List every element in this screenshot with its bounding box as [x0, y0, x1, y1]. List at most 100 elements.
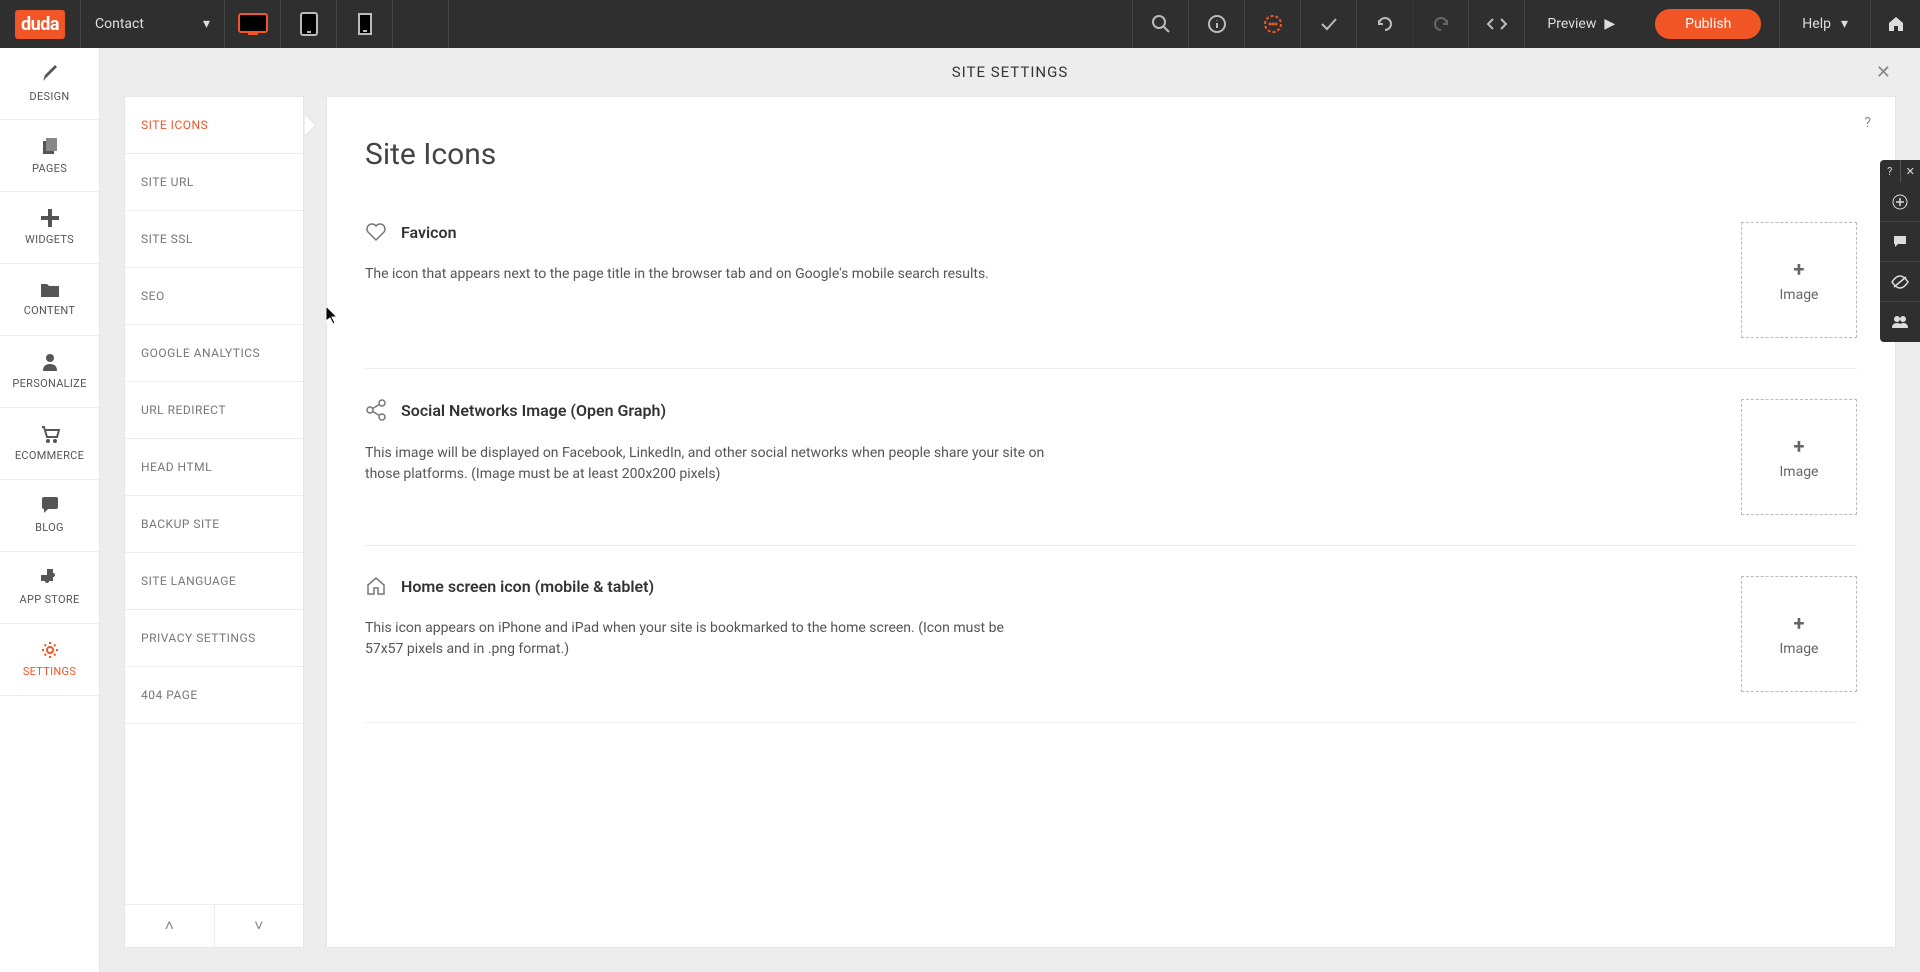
desktop-device-button[interactable]: [225, 0, 281, 48]
upload-label: Image: [1780, 464, 1819, 480]
comment-error-button[interactable]: [1244, 0, 1300, 48]
opengraph-section: Social Networks Image (Open Graph) This …: [365, 369, 1857, 546]
device-group: [225, 0, 393, 48]
submenu-google-analytics[interactable]: GOOGLE ANALYTICS: [125, 325, 303, 382]
float-chat-button[interactable]: [1880, 222, 1920, 262]
upload-label: Image: [1780, 287, 1819, 303]
chevron-up-icon: ˄: [165, 916, 174, 936]
sidebar-item-appstore[interactable]: APP STORE: [0, 552, 99, 624]
code-icon: [1486, 14, 1508, 34]
section-desc: This icon appears on iPhone and iPad whe…: [365, 618, 1045, 660]
submenu-pager: ˄ ˅: [125, 904, 303, 947]
search-button[interactable]: [1132, 0, 1188, 48]
sidebar-item-personalize[interactable]: PERSONALIZE: [0, 336, 99, 408]
mobile-icon: [358, 13, 372, 35]
page-dropdown[interactable]: Contact ▾: [80, 0, 225, 48]
publish-button[interactable]: Publish: [1655, 9, 1761, 39]
panel-title: SITE SETTINGS: [952, 63, 1068, 81]
plus-icon: +: [1794, 434, 1805, 458]
gear-icon: [41, 641, 59, 659]
home-button[interactable]: [1870, 0, 1920, 48]
sidebar-item-label: CONTENT: [24, 304, 76, 317]
submenu-404-page[interactable]: 404 PAGE: [125, 667, 303, 724]
float-add-button[interactable]: [1880, 182, 1920, 222]
float-close-button[interactable]: ✕: [1901, 160, 1920, 182]
plus-icon: [41, 209, 59, 227]
cart-icon: [40, 425, 60, 443]
home-outline-icon: [365, 576, 387, 596]
search-icon: [1151, 14, 1171, 34]
submenu-label: SEO: [141, 289, 165, 303]
submenu-privacy-settings[interactable]: PRIVACY SETTINGS: [125, 610, 303, 667]
content-area: ? Site Icons Favicon The icon that appea…: [326, 96, 1896, 948]
float-visibility-button[interactable]: [1880, 262, 1920, 302]
comment-icon: [1263, 14, 1283, 34]
chevron-down-icon: ▾: [203, 16, 210, 32]
submenu-site-language[interactable]: SITE LANGUAGE: [125, 553, 303, 610]
submenu-label: GOOGLE ANALYTICS: [141, 346, 260, 360]
favicon-upload[interactable]: + Image: [1741, 222, 1857, 338]
upload-label: Image: [1780, 641, 1819, 657]
homescreen-section: Home screen icon (mobile & tablet) This …: [365, 546, 1857, 723]
float-users-button[interactable]: [1880, 302, 1920, 342]
sidebar-item-label: PAGES: [32, 162, 67, 175]
submenu-site-url[interactable]: SITE URL: [125, 154, 303, 211]
pages-icon: [40, 136, 60, 156]
tablet-icon: [300, 12, 318, 36]
section-desc: This image will be displayed on Facebook…: [365, 443, 1045, 485]
logo[interactable]: duda: [0, 0, 80, 48]
homescreen-upload[interactable]: + Image: [1741, 576, 1857, 692]
info-button[interactable]: [1188, 0, 1244, 48]
submenu-site-ssl[interactable]: SITE SSL: [125, 211, 303, 268]
opengraph-upload[interactable]: + Image: [1741, 399, 1857, 515]
sidebar-item-content[interactable]: CONTENT: [0, 264, 99, 336]
folder-icon: [40, 282, 60, 298]
undo-button[interactable]: [1356, 0, 1412, 48]
puzzle-icon: [41, 569, 59, 587]
submenu-backup-site[interactable]: BACKUP SITE: [125, 496, 303, 553]
help-label: Help: [1802, 16, 1831, 32]
submenu-site-icons[interactable]: SITE ICONS: [125, 97, 303, 154]
checkmark-button[interactable]: [1300, 0, 1356, 48]
submenu-up-button[interactable]: ˄: [125, 905, 215, 947]
submenu-seo[interactable]: SEO: [125, 268, 303, 325]
info-icon: [1207, 14, 1227, 34]
submenu-label: SITE LANGUAGE: [141, 574, 236, 588]
brush-icon: [40, 64, 60, 84]
help-dropdown[interactable]: Help ▾: [1779, 0, 1870, 48]
float-help-button[interactable]: ?: [1880, 160, 1901, 182]
panel-close-button[interactable]: ✕: [1876, 62, 1892, 83]
sidebar-item-pages[interactable]: PAGES: [0, 120, 99, 192]
heart-icon: [365, 222, 387, 242]
sidebar-item-ecommerce[interactable]: ECOMMERCE: [0, 408, 99, 480]
preview-button[interactable]: Preview ▶: [1524, 0, 1637, 48]
sidebar-item-settings[interactable]: SETTINGS: [0, 624, 99, 696]
plus-icon: +: [1794, 611, 1805, 635]
chevron-down-icon: ▾: [1841, 16, 1848, 32]
section-title: Favicon: [401, 223, 457, 242]
submenu-active-indicator: [305, 113, 317, 137]
play-icon: ▶: [1604, 16, 1615, 32]
submenu-url-redirect[interactable]: URL REDIRECT: [125, 382, 303, 439]
section-text: Favicon The icon that appears next to th…: [365, 222, 1701, 338]
sidebar-item-label: WIDGETS: [25, 233, 74, 246]
mobile-device-button[interactable]: [337, 0, 393, 48]
submenu-label: 404 PAGE: [141, 688, 198, 702]
submenu-head-html[interactable]: HEAD HTML: [125, 439, 303, 496]
plus-icon: +: [1794, 257, 1805, 281]
submenu-label: SITE URL: [141, 175, 194, 189]
sidebar-item-label: ECOMMERCE: [15, 449, 84, 462]
tablet-device-button[interactable]: [281, 0, 337, 48]
redo-icon: [1431, 14, 1451, 34]
submenu-down-button[interactable]: ˅: [215, 905, 304, 947]
left-sidebar: DESIGN PAGES WIDGETS CONTENT PERSONALIZE…: [0, 48, 100, 972]
submenu-label: SITE SSL: [141, 232, 193, 246]
sidebar-item-design[interactable]: DESIGN: [0, 48, 99, 120]
sidebar-item-widgets[interactable]: WIDGETS: [0, 192, 99, 264]
desktop-icon: [238, 13, 268, 35]
content-help-button[interactable]: ?: [1864, 115, 1871, 131]
sidebar-item-blog[interactable]: BLOG: [0, 480, 99, 552]
dev-mode-button[interactable]: [1468, 0, 1524, 48]
redo-button[interactable]: [1412, 0, 1468, 48]
eye-slash-icon: [1891, 275, 1909, 289]
